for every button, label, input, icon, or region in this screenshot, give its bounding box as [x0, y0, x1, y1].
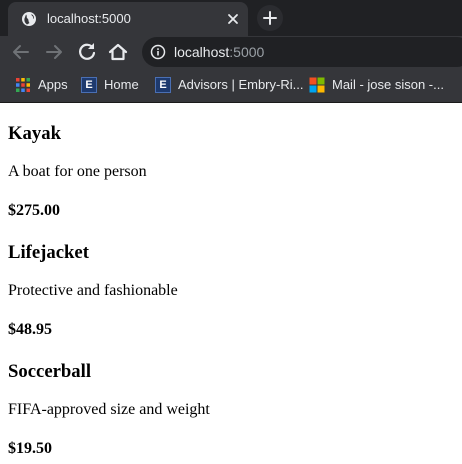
- product-name: Kayak: [8, 123, 61, 144]
- browser-chrome: localhost:5000 localhost:5000 Apps E Hom…: [0, 0, 462, 103]
- globe-icon: [22, 12, 36, 26]
- tab-title: localhost:5000: [47, 11, 131, 26]
- reload-icon[interactable]: [75, 40, 99, 64]
- bookmark-label: Mail - jose sison -...: [332, 77, 444, 92]
- bookmarks-bar: Apps E Home E Advisors | Embry-Ri... Mai…: [0, 68, 462, 103]
- product-description: A boat for one person: [8, 163, 147, 180]
- back-arrow-icon[interactable]: [9, 40, 33, 64]
- url-text: localhost:5000: [174, 44, 264, 60]
- plus-icon: [263, 11, 277, 25]
- bookmark-label: Advisors | Embry-Ri...: [178, 77, 304, 92]
- toolbar: localhost:5000: [0, 36, 462, 68]
- tab-localhost[interactable]: localhost:5000: [8, 2, 248, 36]
- address-bar[interactable]: localhost:5000: [142, 37, 462, 67]
- product-description: Protective and fashionable: [8, 282, 178, 299]
- tab-strip: localhost:5000: [0, 0, 462, 36]
- product-name: Lifejacket: [8, 242, 89, 263]
- info-icon[interactable]: [150, 44, 166, 60]
- e-badge-icon: E: [81, 77, 97, 93]
- product-price: $19.50: [8, 440, 52, 457]
- close-icon[interactable]: [226, 12, 240, 26]
- home-icon[interactable]: [106, 40, 130, 64]
- forward-arrow-icon[interactable]: [42, 40, 66, 64]
- bookmark-label: Apps: [38, 77, 68, 92]
- product-price: $275.00: [8, 202, 60, 219]
- url-host: localhost: [174, 44, 230, 60]
- e-badge-icon: E: [155, 77, 171, 93]
- product-price: $48.95: [8, 321, 52, 338]
- apps-grid-icon: [16, 78, 30, 92]
- product-name: Soccerball: [8, 361, 92, 382]
- bookmark-label: Home: [104, 77, 139, 92]
- new-tab-button[interactable]: [257, 5, 283, 31]
- product-description: FIFA-approved size and weight: [8, 401, 210, 418]
- microsoft-logo-icon: [309, 77, 325, 93]
- url-port: :5000: [229, 44, 265, 60]
